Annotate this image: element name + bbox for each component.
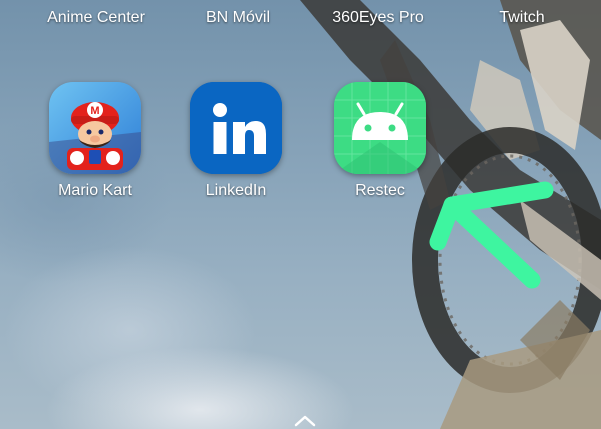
linkedin-icon[interactable] xyxy=(190,82,282,174)
app-label-mario-kart: Mario Kart xyxy=(58,182,132,199)
app-linkedin[interactable]: LinkedIn xyxy=(171,82,301,200)
android-icon[interactable] xyxy=(334,82,426,174)
app-label-twitch[interactable]: Twitch xyxy=(452,9,592,27)
app-mario-kart[interactable]: M Mario Kart xyxy=(30,82,160,200)
app-label-anime-center[interactable]: Anime Center xyxy=(26,9,166,27)
home-screen: Anime Center BN Móvil 360Eyes Pro Twitch… xyxy=(0,0,601,429)
app-label-bn-movil[interactable]: BN Móvil xyxy=(168,9,308,27)
mario-kart-icon[interactable]: M xyxy=(49,82,141,174)
svg-text:M: M xyxy=(90,105,99,117)
app-restec[interactable]: Restec xyxy=(315,82,445,200)
app-label-360eyes-pro[interactable]: 360Eyes Pro xyxy=(308,9,448,27)
app-label-restec: Restec xyxy=(355,182,405,199)
app-label-linkedin: LinkedIn xyxy=(205,182,267,199)
wallpaper-motocross xyxy=(300,0,601,429)
top-app-row: Anime Center BN Móvil 360Eyes Pro Twitch xyxy=(0,9,601,35)
app-drawer-chevron-up-icon[interactable] xyxy=(293,413,317,427)
